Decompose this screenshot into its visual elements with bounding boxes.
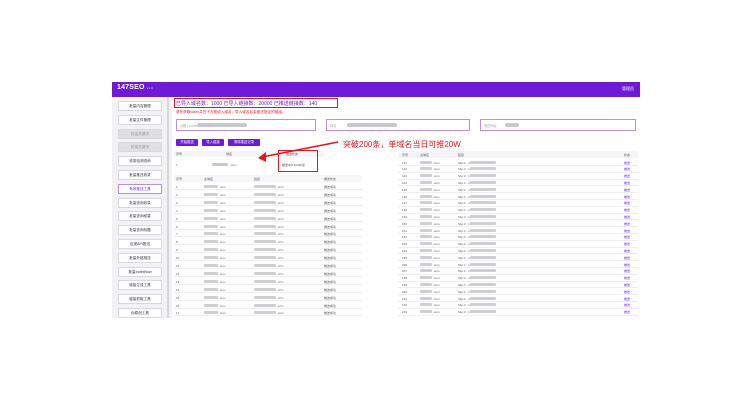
annotation-text: 突破200条，单域名当日可推20W — [343, 140, 461, 149]
annotation-arrow — [258, 141, 339, 162]
